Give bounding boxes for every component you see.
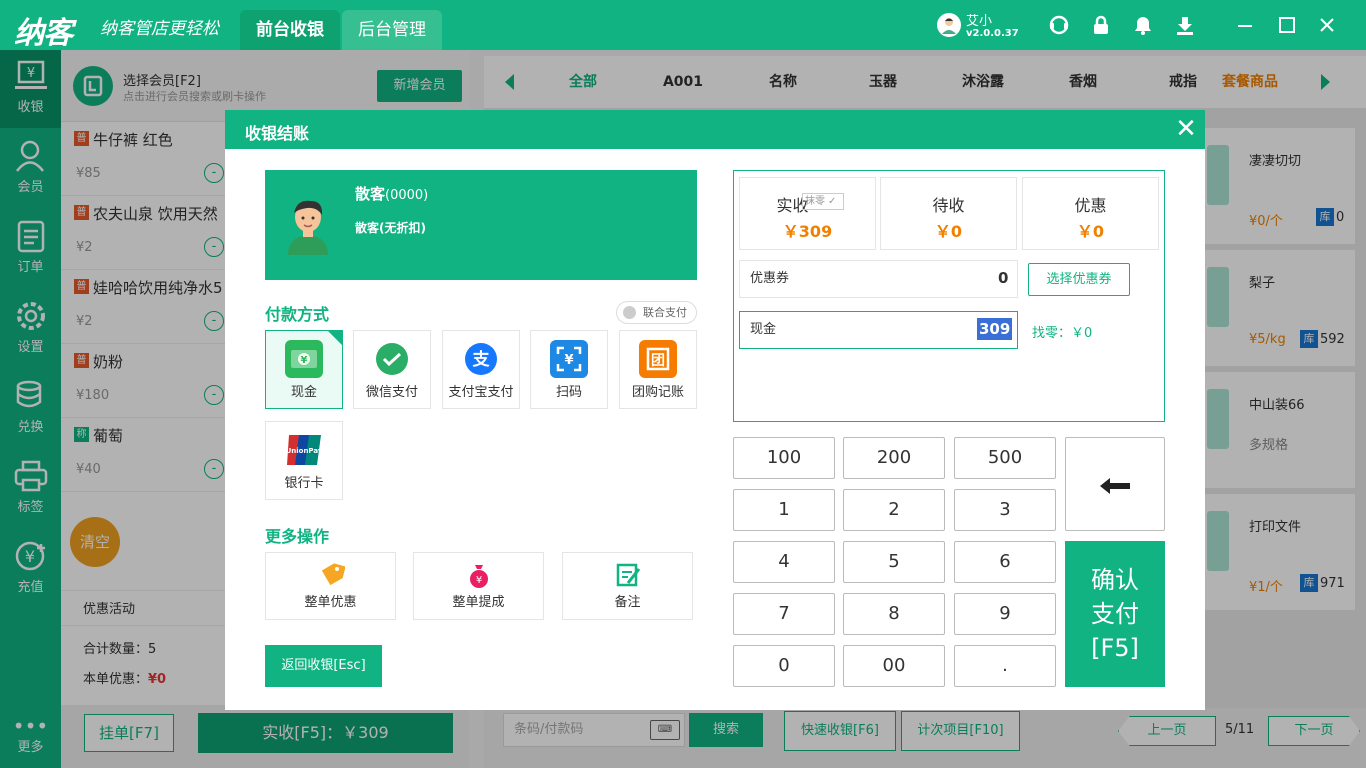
joint-payment-toggle[interactable]: 联合支付 bbox=[616, 301, 697, 324]
pay-method-label: 银行卡 bbox=[284, 476, 324, 491]
user-avatar[interactable] bbox=[937, 13, 961, 37]
support-icon[interactable] bbox=[1048, 14, 1070, 36]
wechat-icon bbox=[373, 340, 411, 378]
scan-icon: ¥ bbox=[550, 340, 588, 378]
confirm-payment-button[interactable]: 确认 支付 [F5] bbox=[1065, 541, 1165, 687]
summary-value: ￥0 bbox=[1076, 222, 1105, 241]
summary-label: 优惠 bbox=[1074, 196, 1107, 215]
unionpay-icon: UnionPay bbox=[285, 431, 323, 469]
key-6[interactable]: 6 bbox=[954, 541, 1056, 583]
check-icon: ✓ bbox=[828, 196, 837, 207]
change-amount: 找零：￥0 bbox=[1032, 326, 1093, 341]
svg-text:团: 团 bbox=[651, 353, 665, 369]
pay-method-label: 微信支付 bbox=[365, 385, 418, 400]
tab-front-cashier[interactable]: 前台收银 bbox=[240, 10, 340, 50]
dialog-header bbox=[225, 110, 1205, 149]
select-coupon-button[interactable]: 选择优惠券 bbox=[1028, 263, 1130, 296]
key-1[interactable]: 1 bbox=[733, 489, 835, 531]
alipay-icon: 支 bbox=[462, 340, 500, 378]
user-name: 艾小 bbox=[966, 14, 993, 29]
commission-bag-icon: ¥ bbox=[465, 561, 493, 589]
minimize-icon[interactable] bbox=[1234, 14, 1256, 36]
order-commission-button[interactable]: ¥ 整单提成 bbox=[413, 552, 544, 620]
order-discount-button[interactable]: 整单优惠 bbox=[265, 552, 396, 620]
summary-value: ￥0 bbox=[934, 222, 963, 241]
pay-method-label: 现金 bbox=[290, 385, 317, 400]
app-logo: 纳客 bbox=[14, 16, 73, 51]
pay-method-bankcard[interactable]: UnionPay 银行卡 bbox=[265, 421, 343, 500]
summary-discount: 优惠 ￥0 bbox=[1022, 177, 1159, 250]
round-off-toggle[interactable]: 抹零 ✓ bbox=[802, 193, 844, 210]
svg-text:¥: ¥ bbox=[301, 355, 308, 366]
summary-label: 待收 bbox=[932, 196, 965, 215]
customer-name-text: 散客 bbox=[355, 185, 386, 203]
pay-method-groupbuy[interactable]: 团 团购记账 bbox=[619, 330, 697, 409]
pay-method-label: 支付宝支付 bbox=[448, 385, 514, 400]
round-off-label: 抹零 bbox=[805, 196, 825, 207]
svg-text:¥: ¥ bbox=[564, 353, 573, 368]
lock-icon[interactable] bbox=[1090, 14, 1112, 36]
order-note-button[interactable]: 备注 bbox=[562, 552, 693, 620]
key-0[interactable]: 0 bbox=[733, 645, 835, 687]
customer-code: (0000) bbox=[385, 188, 429, 203]
key-7[interactable]: 7 bbox=[733, 593, 835, 635]
customer-name: 散客(0000) bbox=[355, 183, 428, 204]
discount-tag-icon bbox=[317, 561, 346, 589]
key-200[interactable]: 200 bbox=[843, 437, 945, 479]
key-2[interactable]: 2 bbox=[843, 489, 945, 531]
note-edit-icon bbox=[614, 561, 642, 589]
app-version: v2.0.0.37 bbox=[966, 28, 1019, 39]
key-4[interactable]: 4 bbox=[733, 541, 835, 583]
customer-level: 散客(无折扣) bbox=[355, 221, 426, 235]
svg-text:支: 支 bbox=[473, 349, 491, 370]
pay-method-cash[interactable]: ¥ 现金 bbox=[265, 330, 343, 409]
customer-avatar bbox=[285, 195, 331, 255]
key-00[interactable]: 00 bbox=[843, 645, 945, 687]
summary-value: ￥309 bbox=[782, 222, 833, 241]
pay-method-wechat[interactable]: 微信支付 bbox=[353, 330, 431, 409]
key-500[interactable]: 500 bbox=[954, 437, 1056, 479]
more-op-label: 整单优惠 bbox=[304, 595, 357, 610]
more-op-label: 备注 bbox=[614, 595, 641, 610]
dialog-title: 收银结账 bbox=[245, 124, 310, 143]
svg-text:UnionPay: UnionPay bbox=[286, 447, 323, 455]
more-op-label: 整单提成 bbox=[452, 595, 505, 610]
backspace-arrow-icon bbox=[1098, 464, 1132, 504]
back-to-cashier-button[interactable]: 返回收银[Esc] bbox=[265, 645, 382, 687]
bell-icon[interactable] bbox=[1132, 14, 1154, 36]
svg-text:¥: ¥ bbox=[475, 575, 481, 586]
coupon-field[interactable]: 优惠券 bbox=[739, 260, 1018, 298]
pay-method-label: 扫码 bbox=[555, 385, 582, 400]
app-slogan: 纳客管店更轻松 bbox=[100, 19, 219, 39]
coupon-value: 0 bbox=[998, 269, 1009, 287]
summary-pending: 待收 ￥0 bbox=[880, 177, 1017, 250]
cash-icon: ¥ bbox=[285, 340, 323, 378]
cash-amount-input[interactable]: 309 bbox=[977, 318, 1013, 340]
key-100[interactable]: 100 bbox=[733, 437, 835, 479]
pay-method-label: 团购记账 bbox=[631, 385, 684, 400]
maximize-icon[interactable] bbox=[1276, 14, 1298, 36]
key-5[interactable]: 5 bbox=[843, 541, 945, 583]
payment-method-title: 付款方式 bbox=[265, 305, 330, 324]
download-icon[interactable] bbox=[1174, 14, 1196, 36]
close-icon[interactable]: ✕ bbox=[1174, 116, 1198, 142]
summary-label: 实收 bbox=[776, 196, 809, 215]
pay-method-scan[interactable]: ¥ 扫码 bbox=[530, 330, 608, 409]
key-9[interactable]: 9 bbox=[954, 593, 1056, 635]
groupbuy-icon: 团 bbox=[639, 340, 677, 378]
close-window-icon[interactable] bbox=[1316, 14, 1338, 36]
key-3[interactable]: 3 bbox=[954, 489, 1056, 531]
key-8[interactable]: 8 bbox=[843, 593, 945, 635]
summary-received: 实收 ￥309 bbox=[739, 177, 876, 250]
pay-method-alipay[interactable]: 支 支付宝支付 bbox=[442, 330, 520, 409]
key-dot[interactable]: . bbox=[954, 645, 1056, 687]
more-operations-title: 更多操作 bbox=[265, 527, 330, 546]
backspace-key[interactable] bbox=[1065, 437, 1165, 531]
tab-back-office[interactable]: 后台管理 bbox=[342, 10, 442, 50]
